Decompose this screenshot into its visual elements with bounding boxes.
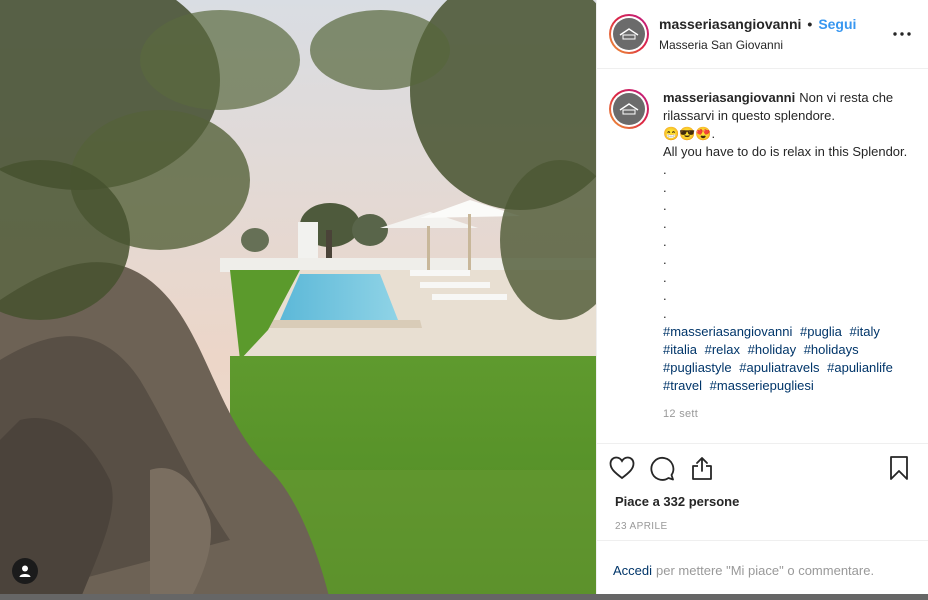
hashtag-link[interactable]: #italia [663, 342, 697, 357]
caption-dot: . [663, 198, 667, 213]
location-link[interactable]: Masseria San Giovanni [659, 38, 890, 52]
hashtag-link[interactable]: #masseriasangiovanni [663, 324, 792, 339]
caption-dot: . [663, 162, 667, 177]
caption-dot: . [663, 180, 667, 195]
hashtag-link[interactable]: #travel [663, 378, 702, 393]
more-options-icon[interactable] [890, 22, 914, 46]
caption-dot: . [663, 252, 667, 267]
comment-icon[interactable] [647, 453, 677, 483]
caption-dot: . [663, 306, 667, 321]
post-date: 23 APRILE [615, 521, 668, 532]
header-separator: • [807, 16, 813, 32]
login-text: per mettere "Mi piace" o commentare. [656, 563, 875, 578]
caption-username[interactable]: masseriasangiovanni [663, 90, 795, 105]
comments-area[interactable]: masseriasangiovanni Non vi resta che rila… [597, 69, 928, 443]
hashtag-link[interactable]: #apuliatravels [739, 360, 819, 375]
hashtag-link[interactable]: #relax [705, 342, 740, 357]
likes-count[interactable]: Piace a 332 persone [597, 494, 928, 509]
hashtag-link[interactable]: #masseriepugliesi [710, 378, 814, 393]
hashtag-link[interactable]: #puglia [800, 324, 842, 339]
post-frame: masseriasangiovanni • Segui Masseria San… [0, 0, 928, 600]
profile-avatar[interactable] [609, 14, 649, 54]
photo-illustration [0, 0, 596, 600]
logo-icon [619, 28, 639, 40]
bottom-edge [0, 594, 928, 600]
hashtag-link[interactable]: #holidays [804, 342, 859, 357]
post-photo[interactable] [0, 0, 596, 600]
caption-dot: . [663, 288, 667, 303]
caption-dot: . [663, 234, 667, 249]
caption-line-2: All you have to do is relax in this Sple… [663, 144, 908, 159]
hashtag-link[interactable]: #italy [850, 324, 880, 339]
hashtag-link[interactable]: #pugliastyle [663, 360, 732, 375]
caption-timestamp: 12 sett [663, 408, 699, 420]
caption-dot: . [663, 216, 667, 231]
bookmark-icon[interactable] [884, 453, 914, 483]
caption-text: masseriasangiovanni Non vi resta che rila… [663, 89, 914, 443]
share-icon[interactable] [687, 453, 717, 483]
hashtag-link[interactable]: #holiday [748, 342, 796, 357]
post-header: masseriasangiovanni • Segui Masseria San… [597, 0, 928, 69]
user-tag-icon[interactable] [12, 558, 38, 584]
hashtag-link[interactable]: #apulianlife [827, 360, 893, 375]
heart-icon[interactable] [607, 453, 637, 483]
action-bar [597, 444, 928, 492]
actions-section: Piace a 332 persone 23 APRILE [597, 443, 928, 532]
header-username[interactable]: masseriasangiovanni [659, 16, 801, 32]
logo-icon [619, 103, 639, 115]
caption-emojis: 😁😎😍. [663, 126, 716, 141]
login-link[interactable]: Accedi [613, 563, 652, 578]
login-prompt: Accedi per mettere "Mi piace" o commenta… [597, 540, 928, 600]
caption-dot: . [663, 270, 667, 285]
hashtag-list: #masseriasangiovanni #puglia #italy #ita… [663, 323, 914, 395]
caption-avatar[interactable] [609, 89, 649, 129]
post-side-panel: masseriasangiovanni • Segui Masseria San… [596, 0, 928, 600]
follow-button[interactable]: Segui [818, 16, 856, 32]
